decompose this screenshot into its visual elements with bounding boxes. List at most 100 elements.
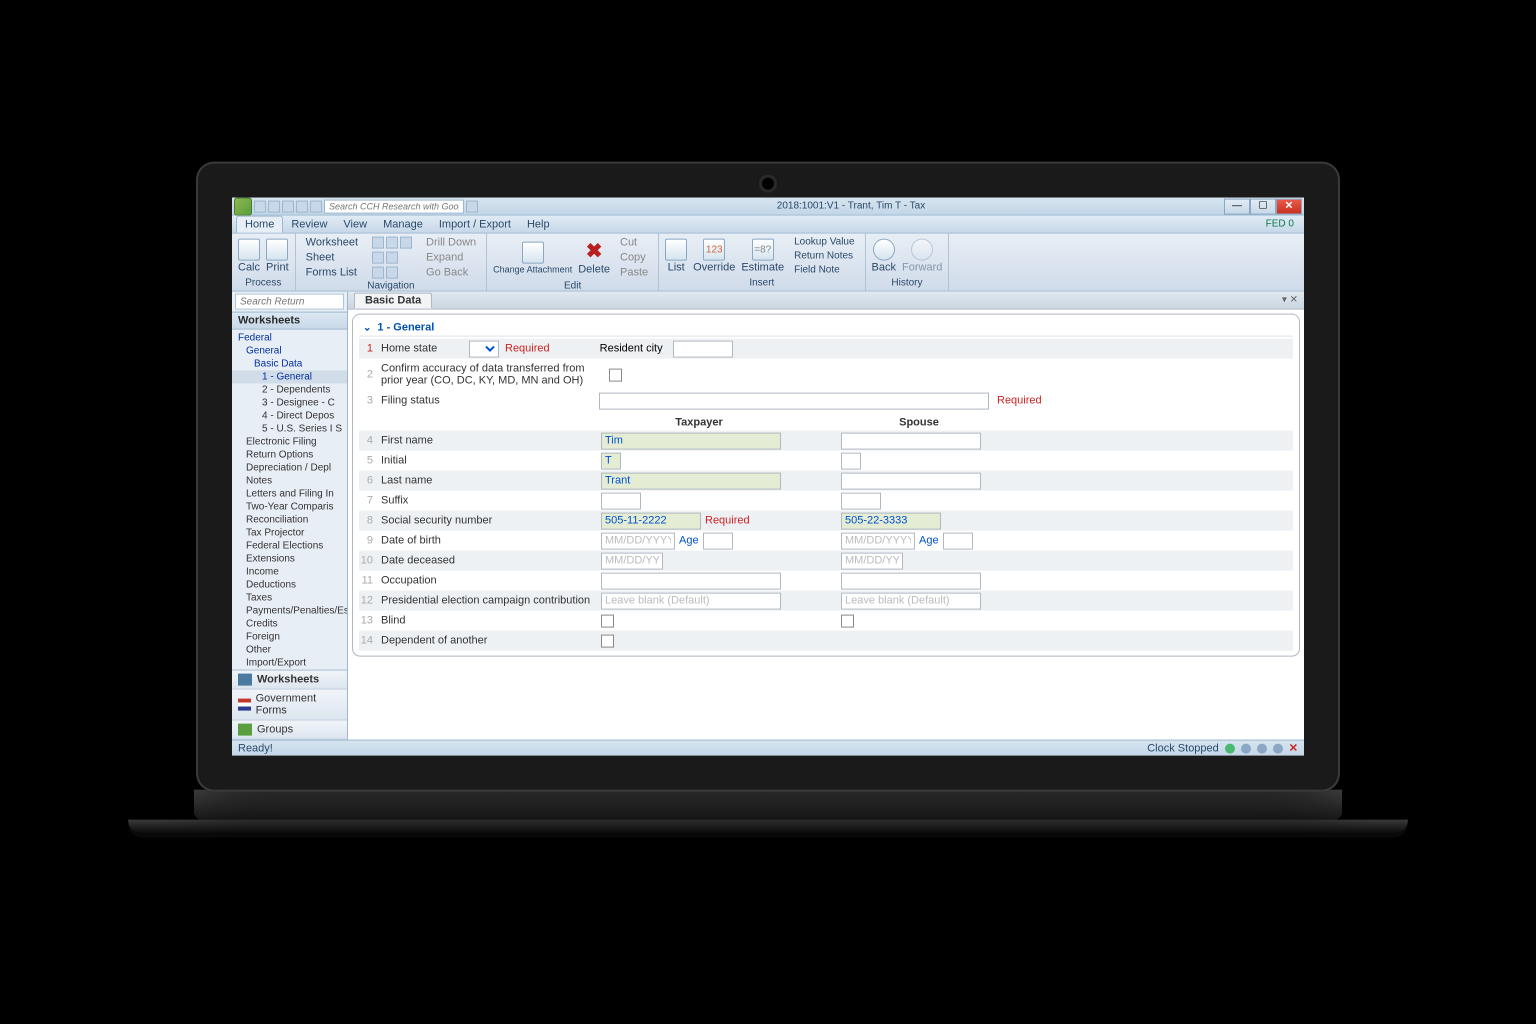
blind-tp-checkbox[interactable] (601, 614, 614, 627)
print-button[interactable]: Print (266, 239, 289, 274)
tree-item[interactable]: Electronic Filing (232, 436, 347, 449)
tree-item[interactable]: Two-Year Comparis (232, 501, 347, 514)
tab-worksheets[interactable]: Worksheets (232, 671, 347, 690)
tree-item[interactable]: Other (232, 644, 347, 657)
section-header[interactable]: ⌄1 - General (359, 320, 1293, 337)
status-icon[interactable] (1257, 743, 1267, 753)
ssn-sp-input[interactable] (841, 512, 941, 529)
tree-item[interactable]: Depreciation / Depl (232, 462, 347, 475)
last-name-tp-input[interactable] (601, 472, 781, 489)
list-button[interactable]: List (665, 239, 687, 274)
status-icon[interactable] (1241, 743, 1251, 753)
search-go-icon[interactable] (466, 200, 478, 212)
last-name-sp-input[interactable] (841, 472, 981, 489)
nav-expand[interactable]: Expand (422, 251, 480, 265)
delete-button[interactable]: ✖Delete (578, 240, 610, 275)
nav-drill-down[interactable]: Drill Down (422, 236, 480, 250)
nav-icon[interactable] (386, 237, 398, 249)
nav-icon[interactable] (372, 237, 384, 249)
confirm-accuracy-checkbox[interactable] (609, 368, 622, 381)
field-note-button[interactable]: Field Note (790, 264, 858, 277)
search-return-input[interactable] (235, 294, 344, 310)
search-cch-input[interactable] (324, 199, 464, 213)
tree-item[interactable]: Foreign (232, 631, 347, 644)
tree-item[interactable]: Tax Projector (232, 527, 347, 540)
filing-status-input[interactable] (599, 392, 989, 409)
calc-button[interactable]: Calc (238, 239, 260, 274)
qa-icon[interactable] (268, 200, 280, 212)
override-button[interactable]: 123Override (693, 239, 735, 274)
tree-item[interactable]: Federal Elections (232, 540, 347, 553)
tree-item[interactable]: Federal (232, 332, 347, 345)
status-icon[interactable] (1273, 743, 1283, 753)
tree-item[interactable]: 3 - Designee - C (232, 397, 347, 410)
ssn-tp-input[interactable] (601, 512, 701, 529)
qa-icon[interactable] (310, 200, 322, 212)
nav-worksheet[interactable]: Worksheet (302, 236, 362, 250)
cut-button[interactable]: Cut (616, 236, 652, 250)
resident-city-input[interactable] (673, 340, 733, 357)
tab-dropdown-icon[interactable]: ▾ ✕ (1282, 295, 1298, 306)
dependent-tp-checkbox[interactable] (601, 634, 614, 647)
forward-button[interactable]: Forward (902, 239, 942, 274)
nav-icon[interactable] (386, 252, 398, 264)
nav-sheet[interactable]: Sheet (302, 251, 362, 265)
menu-import-export[interactable]: Import / Export (431, 216, 519, 233)
tree-item[interactable]: Basic Data (232, 358, 347, 371)
status-close-icon[interactable]: ✕ (1289, 742, 1298, 755)
close-button[interactable]: ✕ (1276, 198, 1302, 214)
tree-item[interactable]: Import/Export (232, 657, 347, 670)
return-notes-button[interactable]: Return Notes (790, 250, 858, 263)
tree-item[interactable]: Payments/Penalties/Est (232, 605, 347, 618)
tree-item[interactable]: Reconciliation (232, 514, 347, 527)
copy-button[interactable]: Copy (616, 251, 652, 265)
tree-item[interactable]: 5 - U.S. Series I S (232, 423, 347, 436)
deceased-tp-input[interactable] (601, 552, 663, 569)
status-icon[interactable] (1225, 743, 1235, 753)
menu-home[interactable]: Home (236, 216, 283, 233)
maximize-button[interactable]: ☐ (1250, 198, 1276, 214)
blind-sp-checkbox[interactable] (841, 614, 854, 627)
suffix-sp-input[interactable] (841, 492, 881, 509)
home-state-select[interactable] (469, 340, 499, 357)
lookup-value-button[interactable]: Lookup Value (790, 236, 858, 249)
nav-forms-list[interactable]: Forms List (302, 266, 362, 280)
dob-sp-input[interactable] (841, 532, 915, 549)
menu-review[interactable]: Review (283, 216, 335, 233)
change-attachment-button[interactable]: Change Attachment (493, 241, 572, 274)
nav-icon[interactable] (400, 237, 412, 249)
menu-help[interactable]: Help (519, 216, 558, 233)
age-sp-input[interactable] (943, 532, 973, 549)
tree-item[interactable]: Deductions (232, 579, 347, 592)
initial-sp-input[interactable] (841, 452, 861, 469)
menu-view[interactable]: View (335, 216, 375, 233)
deceased-sp-input[interactable] (841, 552, 903, 569)
presidential-sp-input[interactable] (841, 592, 981, 609)
qa-icon[interactable] (254, 200, 266, 212)
tree-item[interactable]: Taxes (232, 592, 347, 605)
nav-icon[interactable] (372, 267, 384, 279)
nav-go-back[interactable]: Go Back (422, 266, 480, 280)
tab-government-forms[interactable]: Government Forms (232, 690, 347, 721)
qa-icon[interactable] (282, 200, 294, 212)
content-tab[interactable]: Basic Data (354, 293, 432, 309)
tree-item[interactable]: Return Options (232, 449, 347, 462)
occupation-tp-input[interactable] (601, 572, 781, 589)
first-name-sp-input[interactable] (841, 432, 981, 449)
tree-view[interactable]: FederalGeneralBasic Data1 - General2 - D… (232, 330, 347, 670)
tree-item[interactable]: Income (232, 566, 347, 579)
nav-icon[interactable] (386, 267, 398, 279)
initial-tp-input[interactable] (601, 452, 621, 469)
qa-icon[interactable] (296, 200, 308, 212)
nav-icon[interactable] (372, 252, 384, 264)
back-button[interactable]: Back (872, 239, 896, 274)
occupation-sp-input[interactable] (841, 572, 981, 589)
tab-groups[interactable]: Groups (232, 721, 347, 740)
minimize-button[interactable]: — (1224, 198, 1250, 214)
tree-item[interactable]: 4 - Direct Depos (232, 410, 347, 423)
dob-tp-input[interactable] (601, 532, 675, 549)
tree-item[interactable]: 1 - General (232, 371, 347, 384)
first-name-tp-input[interactable] (601, 432, 781, 449)
age-tp-input[interactable] (703, 532, 733, 549)
tree-item[interactable]: Notes (232, 475, 347, 488)
